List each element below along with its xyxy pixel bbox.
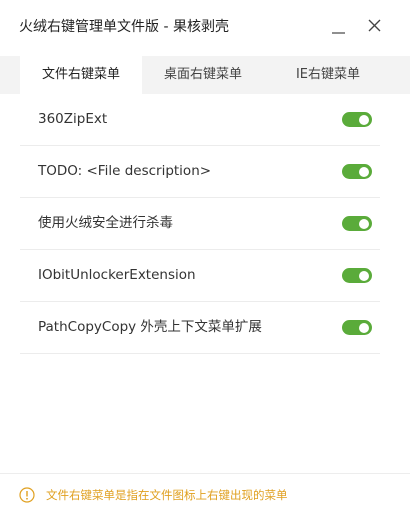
title-bar: 火绒右键管理单文件版 - 果核剥壳 <box>0 0 410 52</box>
toggle-knob <box>359 114 369 125</box>
info-icon <box>19 487 35 503</box>
tab-desktop-context-menu[interactable]: 桌面右键菜单 <box>142 56 264 94</box>
item-label: TODO: <File description> <box>38 163 212 179</box>
list-item: IObitUnlockerExtension <box>20 250 380 302</box>
item-label: 360ZipExt <box>38 111 108 127</box>
footer-text: 文件右键菜单是指在文件图标上右键出现的菜单 <box>46 488 288 502</box>
minimize-button[interactable] <box>325 12 353 40</box>
list-item: 360ZipExt <box>20 94 380 146</box>
item-label: PathCopyCopy 外壳上下文菜单扩展 <box>38 319 262 335</box>
app-window: 火绒右键管理单文件版 - 果核剥壳 文件右键菜单 桌面右键菜单 IE右键菜单 3… <box>0 0 410 515</box>
close-button[interactable] <box>361 12 389 40</box>
list-item: 使用火绒安全进行杀毒 <box>20 198 380 250</box>
item-label: IObitUnlockerExtension <box>38 267 196 283</box>
tab-file-context-menu[interactable]: 文件右键菜单 <box>20 56 142 94</box>
item-toggle[interactable] <box>342 320 372 335</box>
item-toggle[interactable] <box>342 216 372 231</box>
menu-item-list: 360ZipExt TODO: <File description> 使用火绒安… <box>20 94 380 354</box>
close-icon <box>368 19 381 32</box>
tab-ie-context-menu[interactable]: IE右键菜单 <box>264 56 392 94</box>
item-toggle[interactable] <box>342 164 372 179</box>
toggle-knob <box>359 166 369 177</box>
item-label: 使用火绒安全进行杀毒 <box>38 215 173 231</box>
toggle-knob <box>359 270 369 281</box>
tab-bar: 文件右键菜单 桌面右键菜单 IE右键菜单 <box>0 56 410 94</box>
footer-tip: 文件右键菜单是指在文件图标上右键出现的菜单 <box>0 473 410 515</box>
item-toggle[interactable] <box>342 268 372 283</box>
minimize-icon <box>332 32 345 34</box>
list-item: PathCopyCopy 外壳上下文菜单扩展 <box>20 302 380 354</box>
list-item: TODO: <File description> <box>20 146 380 198</box>
toggle-knob <box>359 322 369 333</box>
toggle-knob <box>359 218 369 229</box>
item-toggle[interactable] <box>342 112 372 127</box>
window-title: 火绒右键管理单文件版 - 果核剥壳 <box>19 19 229 35</box>
